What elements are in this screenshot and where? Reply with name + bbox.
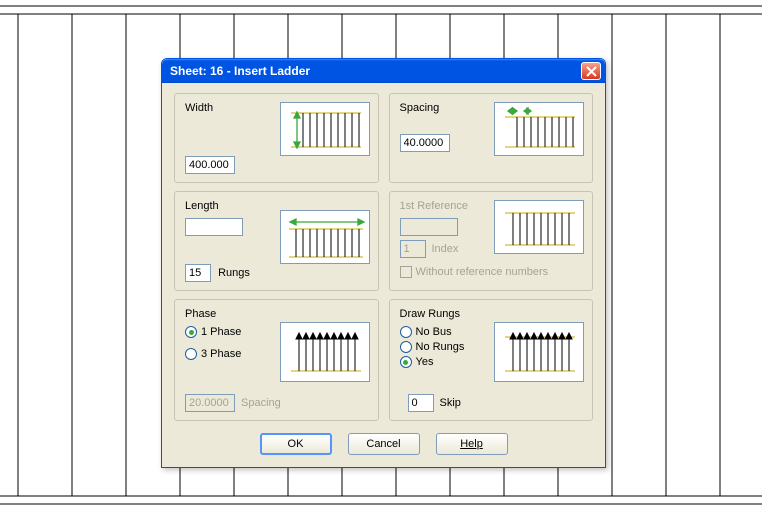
width-panel: Width xyxy=(174,93,379,183)
phase-spacing-label: Spacing xyxy=(241,397,281,409)
radio-icon xyxy=(400,341,412,353)
phase-label: Phase xyxy=(185,308,368,320)
radio-icon xyxy=(400,326,412,338)
skip-label: Skip xyxy=(440,397,461,409)
radio-selected-icon xyxy=(185,326,197,338)
draw-rungs-label: Draw Rungs xyxy=(400,308,583,320)
radio-icon xyxy=(185,348,197,360)
no-bus-label: No Bus xyxy=(416,326,452,338)
length-preview xyxy=(280,210,370,264)
rungs-label: Rungs xyxy=(218,267,250,279)
without-reference-checkbox: Without reference numbers xyxy=(400,266,583,278)
phase-panel: Phase 1 Phase 3 Phase Spacing xyxy=(174,299,379,421)
phase-preview xyxy=(280,322,370,382)
button-row: OK Cancel Help xyxy=(174,429,593,459)
rungs-input[interactable] xyxy=(185,264,211,282)
checkbox-icon xyxy=(400,266,412,278)
phase-3-label: 3 Phase xyxy=(201,348,241,360)
without-reference-label: Without reference numbers xyxy=(416,266,549,278)
help-button-label: Help xyxy=(460,438,483,450)
close-button[interactable] xyxy=(581,62,601,80)
length-panel: Length Rungs xyxy=(174,191,379,291)
skip-input[interactable] xyxy=(408,394,434,412)
spacing-preview xyxy=(494,102,584,156)
index-input xyxy=(400,240,426,258)
spacing-input[interactable] xyxy=(400,134,450,152)
draw-rungs-panel: Draw Rungs No Bus No Rungs Yes Skip xyxy=(389,299,594,421)
phase-spacing-input xyxy=(185,394,235,412)
spacing-panel: Spacing xyxy=(389,93,594,183)
close-icon xyxy=(586,66,597,77)
ok-button[interactable]: OK xyxy=(260,433,332,455)
width-input[interactable] xyxy=(185,156,235,174)
dialog-title: Sheet: 16 - Insert Ladder xyxy=(170,64,581,78)
yes-label: Yes xyxy=(416,356,434,368)
first-reference-preview xyxy=(494,200,584,254)
titlebar[interactable]: Sheet: 16 - Insert Ladder xyxy=(162,59,605,83)
cancel-button[interactable]: Cancel xyxy=(348,433,420,455)
length-input[interactable] xyxy=(185,218,243,236)
phase-1-label: 1 Phase xyxy=(201,326,241,338)
insert-ladder-dialog: Sheet: 16 - Insert Ladder Width xyxy=(161,58,606,468)
first-reference-input xyxy=(400,218,458,236)
width-preview xyxy=(280,102,370,156)
first-reference-panel: 1st Reference Index Without reference nu… xyxy=(389,191,594,291)
no-rungs-label: No Rungs xyxy=(416,341,465,353)
draw-rungs-preview xyxy=(494,322,584,382)
index-label: Index xyxy=(432,243,459,255)
radio-selected-icon xyxy=(400,356,412,368)
help-button[interactable]: Help xyxy=(436,433,508,455)
